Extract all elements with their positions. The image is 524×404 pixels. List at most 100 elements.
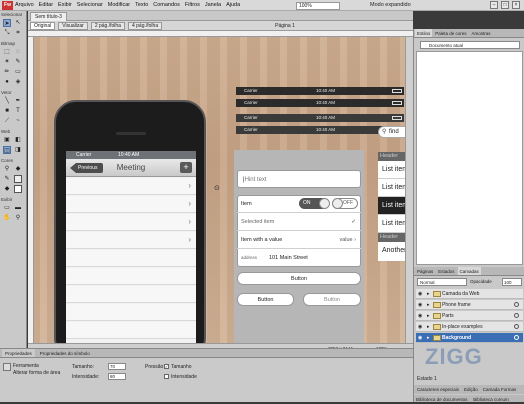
minimize-icon[interactable]: – <box>490 1 498 9</box>
hotspot-tool-icon[interactable]: ▣ <box>3 136 11 144</box>
status-bar-sample[interactable]: Carrier 10:40 AM <box>236 87 404 95</box>
subselect-tool-icon[interactable]: ↖ <box>14 19 22 27</box>
workspace-mode-select[interactable]: Modo expandido <box>370 2 411 8</box>
pen-tool-icon[interactable]: ✒ <box>14 97 22 105</box>
tab-preview[interactable]: Visualizar <box>58 21 88 30</box>
marquee-tool-icon[interactable]: ⬚ <box>3 48 11 56</box>
full-screen-icon[interactable]: ▬ <box>14 204 22 212</box>
eye-icon[interactable]: ◉ <box>418 289 422 299</box>
tab-common-library[interactable]: Biblioteca comum <box>471 397 511 402</box>
pressure-intensity-checkbox[interactable] <box>164 374 169 379</box>
menu-filtros[interactable]: Filtros <box>185 2 200 8</box>
freeform-tool-icon[interactable]: ~ <box>14 117 22 125</box>
layer-row[interactable]: ◉ ▸ In-place examples <box>416 322 523 332</box>
back-button[interactable]: Previous <box>70 163 104 173</box>
menu-exibir[interactable]: Exibir <box>58 2 72 8</box>
table-row[interactable] <box>66 268 196 285</box>
status-bar-sample[interactable]: Carrier 10:40 AM <box>236 99 404 107</box>
text-tool-icon[interactable]: T <box>14 107 22 115</box>
menu-modificar[interactable]: Modificar <box>108 2 130 8</box>
close-icon[interactable]: × <box>512 1 520 9</box>
zoom-tool-icon[interactable]: ⚲ <box>14 214 22 222</box>
page-selector[interactable]: Página 1 <box>275 23 295 29</box>
knife-tool-icon[interactable]: ⟋ <box>3 117 11 125</box>
menu-janela[interactable]: Janela <box>205 2 221 8</box>
table-row[interactable] <box>66 286 196 303</box>
phone-frame[interactable]: Carrier 10:40 AM Meeting Previous + › › … <box>54 100 206 343</box>
tab-2-up[interactable]: 2 pág./folha <box>90 21 125 30</box>
table-row[interactable] <box>66 322 196 339</box>
toggle-on-switch[interactable]: ON <box>299 198 330 209</box>
maximize-icon[interactable]: □ <box>501 1 509 9</box>
tab-shape-layers[interactable]: Camada Formas <box>481 385 519 394</box>
eye-icon[interactable]: ◉ <box>418 322 422 332</box>
tab-swatches[interactable]: Amostras <box>470 29 493 37</box>
standard-screen-icon[interactable]: ▭ <box>3 204 11 212</box>
eyedropper-tool-icon[interactable]: ⚲ <box>3 165 11 173</box>
left-button[interactable]: Button <box>237 293 294 306</box>
table-row[interactable]: › <box>66 232 196 249</box>
hide-slices-icon[interactable]: ◫ <box>3 146 11 154</box>
add-button[interactable]: + <box>180 162 192 173</box>
eye-icon[interactable]: ◉ <box>418 300 422 310</box>
tab-4-up[interactable]: 4 pág./folha <box>127 21 163 30</box>
tab-properties[interactable]: Propriedades <box>2 349 35 357</box>
slice-tool-icon[interactable]: ◧ <box>14 136 22 144</box>
tab-symbol-properties[interactable]: Propriedades do símbolo <box>37 349 93 357</box>
hand-tool-icon[interactable]: ✋ <box>3 214 11 222</box>
document-select[interactable]: Documento atual <box>420 41 520 49</box>
document-tab[interactable]: Sem título-3 <box>30 12 67 21</box>
tab-layers[interactable]: Camadas <box>457 267 481 275</box>
table-row[interactable] <box>66 250 196 267</box>
line-tool-icon[interactable]: ╲ <box>3 97 11 105</box>
tab-edit[interactable]: Edição <box>462 385 480 394</box>
rectangle-tool-icon[interactable]: ■ <box>3 107 11 115</box>
table-row[interactable]: › <box>66 214 196 231</box>
expand-icon[interactable]: ▸ <box>427 311 430 321</box>
show-slices-icon[interactable]: ◨ <box>14 146 22 154</box>
table-row[interactable] <box>66 304 196 321</box>
expand-icon[interactable]: ▸ <box>427 289 430 299</box>
menu-selecionar[interactable]: Selecionar <box>77 2 103 8</box>
expand-icon[interactable]: ▸ <box>427 333 430 343</box>
canvas[interactable]: Carrier 10:40 AM Meeting Previous + › › … <box>34 37 413 343</box>
eraser-tool-icon[interactable]: ▭ <box>14 68 22 76</box>
wide-button[interactable]: Button <box>237 272 361 285</box>
pointer-tool-icon[interactable]: ➤ <box>3 19 11 27</box>
opacity-input[interactable]: 100 <box>502 278 522 286</box>
selected-item-row[interactable]: Selected item ✓ <box>237 213 361 231</box>
paint-bucket-tool-icon[interactable]: ◆ <box>14 165 22 173</box>
address-row[interactable]: address 101 Main Street <box>237 249 361 267</box>
intensity-input[interactable]: 80 <box>108 373 126 380</box>
tab-special-characters[interactable]: Caracteres especiais <box>415 385 461 394</box>
layer-row[interactable]: ◉ ▸ Phone frame <box>416 300 523 310</box>
expand-icon[interactable]: ▸ <box>427 300 430 310</box>
menu-editar[interactable]: Editar <box>39 2 53 8</box>
blend-mode-select[interactable]: Normal <box>417 278 467 286</box>
expand-icon[interactable]: ▸ <box>427 322 430 332</box>
magic-wand-tool-icon[interactable]: ✶ <box>3 58 11 66</box>
crop-tool-icon[interactable]: ⌗ <box>14 29 22 37</box>
eye-icon[interactable]: ◉ <box>418 333 422 343</box>
menu-arquivo[interactable]: Arquivo <box>15 2 34 8</box>
value-row[interactable]: Item with a value value › <box>237 231 361 249</box>
stamp-tool-icon[interactable]: ◈ <box>14 78 22 86</box>
right-button[interactable]: Button <box>303 293 361 306</box>
layer-row-selected[interactable]: ◉ ▸ Background <box>416 333 523 343</box>
table-row[interactable]: › <box>66 196 196 213</box>
blur-tool-icon[interactable]: ● <box>3 78 11 86</box>
pressure-size-checkbox[interactable]: ✓ <box>164 364 169 369</box>
vertical-scrollbar[interactable] <box>405 37 413 343</box>
layer-row[interactable]: ◉ ▸ Camada da Web <box>416 289 523 299</box>
tab-states[interactable]: Estados <box>436 267 456 275</box>
stroke-color-icon[interactable]: ✎ <box>3 175 11 183</box>
pencil-tool-icon[interactable]: ✏ <box>3 68 11 76</box>
tab-pages[interactable]: Páginas <box>415 267 435 275</box>
status-bar-sample[interactable]: Carrier 10:40 AM <box>236 114 404 122</box>
table-row[interactable]: › <box>66 178 196 195</box>
layer-row[interactable]: ◉ ▸ Parts <box>416 311 523 321</box>
fill-swatch[interactable] <box>14 185 22 193</box>
menu-comandos[interactable]: Comandos <box>153 2 180 8</box>
zoom-select[interactable]: 100% <box>296 2 340 10</box>
tab-document-library[interactable]: Biblioteca de documentos <box>414 397 470 402</box>
